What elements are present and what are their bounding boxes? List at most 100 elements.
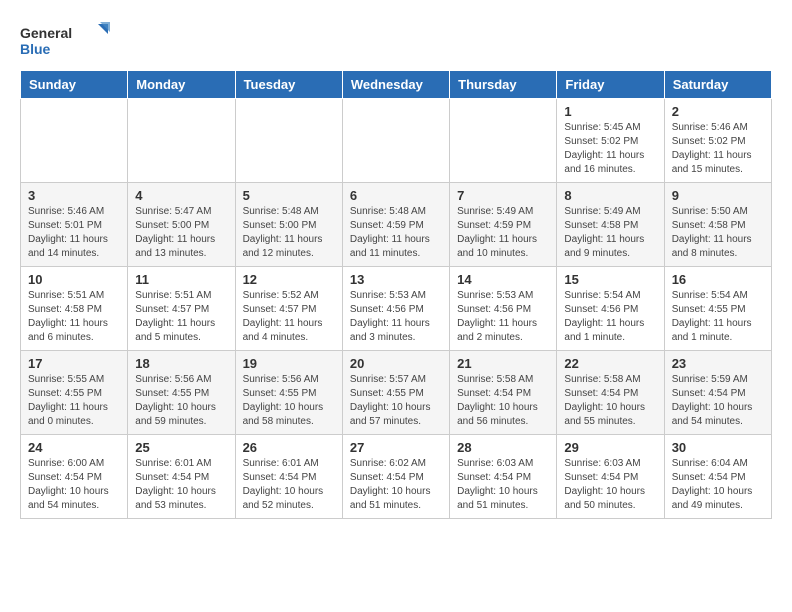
calendar-cell: 22 Sunrise: 5:58 AM Sunset: 4:54 PM Dayli… xyxy=(557,351,664,435)
day-info: Sunrise: 5:48 AM Sunset: 5:00 PM Dayligh… xyxy=(243,205,335,261)
header-tuesday: Tuesday xyxy=(235,71,342,99)
calendar-cell: 9Sunrise: 5:50 AM Sunset: 4:58 PM Daylig… xyxy=(664,183,771,267)
day-info: Sunrise: 6:03 AM Sunset: 4:54 PM Dayligh… xyxy=(457,457,549,513)
calendar-cell: 5 Sunrise: 5:48 AM Sunset: 5:00 PM Daylig… xyxy=(235,183,342,267)
day-info: Sunrise: 5:53 AM Sunset: 4:56 PM Dayligh… xyxy=(457,289,549,345)
day-info: Sunrise: 5:56 AM Sunset: 4:55 PM Dayligh… xyxy=(135,373,227,429)
day-info: Sunrise: 6:02 AM Sunset: 4:54 PM Dayligh… xyxy=(350,457,442,513)
day-info: Sunrise: 5:50 AM Sunset: 4:58 PM Dayligh… xyxy=(672,205,764,261)
day-number: 7 xyxy=(457,188,549,203)
calendar-cell: 2 Sunrise: 5:46 AM Sunset: 5:02 PM Daylig… xyxy=(664,99,771,183)
day-number: 1 xyxy=(564,104,656,119)
calendar-cell: 29 Sunrise: 6:03 AM Sunset: 4:54 PM Dayli… xyxy=(557,435,664,519)
day-info: Sunrise: 5:54 AM Sunset: 4:56 PM Dayligh… xyxy=(564,289,656,345)
day-info: Sunrise: 5:56 AM Sunset: 4:55 PM Dayligh… xyxy=(243,373,335,429)
day-number: 24 xyxy=(28,440,120,455)
calendar-cell: 30Sunrise: 6:04 AM Sunset: 4:54 PM Dayli… xyxy=(664,435,771,519)
calendar-cell: 11 Sunrise: 5:51 AM Sunset: 4:57 PM Dayli… xyxy=(128,267,235,351)
day-info: Sunrise: 5:58 AM Sunset: 4:54 PM Dayligh… xyxy=(457,373,549,429)
calendar-cell: 21 Sunrise: 5:58 AM Sunset: 4:54 PM Dayli… xyxy=(450,351,557,435)
logo: General Blue xyxy=(20,20,110,60)
day-info: Sunrise: 5:57 AM Sunset: 4:55 PM Dayligh… xyxy=(350,373,442,429)
day-number: 13 xyxy=(350,272,442,287)
calendar-cell: 13 Sunrise: 5:53 AM Sunset: 4:56 PM Dayli… xyxy=(342,267,449,351)
day-info: Sunrise: 5:51 AM Sunset: 4:58 PM Dayligh… xyxy=(28,289,120,345)
day-number: 15 xyxy=(564,272,656,287)
calendar-cell: 20Sunrise: 5:57 AM Sunset: 4:55 PM Dayli… xyxy=(342,351,449,435)
day-info: Sunrise: 6:03 AM Sunset: 4:54 PM Dayligh… xyxy=(564,457,656,513)
day-info: Sunrise: 5:58 AM Sunset: 4:54 PM Dayligh… xyxy=(564,373,656,429)
day-number: 5 xyxy=(243,188,335,203)
day-info: Sunrise: 6:01 AM Sunset: 4:54 PM Dayligh… xyxy=(135,457,227,513)
calendar-cell: 15 Sunrise: 5:54 AM Sunset: 4:56 PM Dayli… xyxy=(557,267,664,351)
day-info: Sunrise: 5:47 AM Sunset: 5:00 PM Dayligh… xyxy=(135,205,227,261)
day-info: Sunrise: 6:00 AM Sunset: 4:54 PM Dayligh… xyxy=(28,457,120,513)
day-number: 3 xyxy=(28,188,120,203)
calendar-cell: 8 Sunrise: 5:49 AM Sunset: 4:58 PM Daylig… xyxy=(557,183,664,267)
day-number: 14 xyxy=(457,272,549,287)
calendar-cell: 27 Sunrise: 6:02 AM Sunset: 4:54 PM Dayli… xyxy=(342,435,449,519)
day-number: 10 xyxy=(28,272,120,287)
day-info: Sunrise: 5:46 AM Sunset: 5:01 PM Dayligh… xyxy=(28,205,120,261)
day-number: 11 xyxy=(135,272,227,287)
day-info: Sunrise: 5:59 AM Sunset: 4:54 PM Dayligh… xyxy=(672,373,764,429)
header-thursday: Thursday xyxy=(450,71,557,99)
calendar-cell xyxy=(21,99,128,183)
day-info: Sunrise: 5:55 AM Sunset: 4:55 PM Dayligh… xyxy=(28,373,120,429)
svg-text:General: General xyxy=(20,25,72,41)
calendar-cell: 1 Sunrise: 5:45 AM Sunset: 5:02 PM Daylig… xyxy=(557,99,664,183)
calendar-cell xyxy=(450,99,557,183)
day-info: Sunrise: 5:51 AM Sunset: 4:57 PM Dayligh… xyxy=(135,289,227,345)
calendar-cell: 10 Sunrise: 5:51 AM Sunset: 4:58 PM Dayli… xyxy=(21,267,128,351)
day-info: Sunrise: 5:45 AM Sunset: 5:02 PM Dayligh… xyxy=(564,121,656,177)
day-number: 23 xyxy=(672,356,764,371)
day-info: Sunrise: 5:49 AM Sunset: 4:58 PM Dayligh… xyxy=(564,205,656,261)
header: General Blue xyxy=(20,20,772,60)
calendar-table: SundayMondayTuesdayWednesdayThursdayFrid… xyxy=(20,70,772,519)
day-number: 29 xyxy=(564,440,656,455)
day-info: Sunrise: 6:01 AM Sunset: 4:54 PM Dayligh… xyxy=(243,457,335,513)
day-number: 2 xyxy=(672,104,764,119)
day-info: Sunrise: 5:46 AM Sunset: 5:02 PM Dayligh… xyxy=(672,121,764,177)
calendar-header-row: SundayMondayTuesdayWednesdayThursdayFrid… xyxy=(21,71,772,99)
week-row-0: 1 Sunrise: 5:45 AM Sunset: 5:02 PM Daylig… xyxy=(21,99,772,183)
calendar-cell: 7Sunrise: 5:49 AM Sunset: 4:59 PM Daylig… xyxy=(450,183,557,267)
calendar-cell: 26 Sunrise: 6:01 AM Sunset: 4:54 PM Dayli… xyxy=(235,435,342,519)
day-number: 25 xyxy=(135,440,227,455)
week-row-4: 24 Sunrise: 6:00 AM Sunset: 4:54 PM Dayli… xyxy=(21,435,772,519)
day-number: 12 xyxy=(243,272,335,287)
day-number: 16 xyxy=(672,272,764,287)
logo-svg: General Blue xyxy=(20,20,110,60)
day-number: 26 xyxy=(243,440,335,455)
header-monday: Monday xyxy=(128,71,235,99)
calendar-cell: 28 Sunrise: 6:03 AM Sunset: 4:54 PM Dayli… xyxy=(450,435,557,519)
day-number: 6 xyxy=(350,188,442,203)
calendar-cell: 24 Sunrise: 6:00 AM Sunset: 4:54 PM Dayli… xyxy=(21,435,128,519)
calendar-cell xyxy=(128,99,235,183)
day-number: 27 xyxy=(350,440,442,455)
day-number: 19 xyxy=(243,356,335,371)
calendar-cell: 19 Sunrise: 5:56 AM Sunset: 4:55 PM Dayli… xyxy=(235,351,342,435)
day-number: 17 xyxy=(28,356,120,371)
day-number: 8 xyxy=(564,188,656,203)
calendar-cell: 3 Sunrise: 5:46 AM Sunset: 5:01 PM Daylig… xyxy=(21,183,128,267)
calendar-cell: 17 Sunrise: 5:55 AM Sunset: 4:55 PM Dayli… xyxy=(21,351,128,435)
header-friday: Friday xyxy=(557,71,664,99)
calendar-cell: 14 Sunrise: 5:53 AM Sunset: 4:56 PM Dayli… xyxy=(450,267,557,351)
calendar-cell: 6Sunrise: 5:48 AM Sunset: 4:59 PM Daylig… xyxy=(342,183,449,267)
day-number: 28 xyxy=(457,440,549,455)
week-row-3: 17 Sunrise: 5:55 AM Sunset: 4:55 PM Dayli… xyxy=(21,351,772,435)
header-wednesday: Wednesday xyxy=(342,71,449,99)
calendar-cell: 25 Sunrise: 6:01 AM Sunset: 4:54 PM Dayli… xyxy=(128,435,235,519)
calendar-cell xyxy=(342,99,449,183)
calendar-cell: 23 Sunrise: 5:59 AM Sunset: 4:54 PM Dayli… xyxy=(664,351,771,435)
day-number: 22 xyxy=(564,356,656,371)
day-info: Sunrise: 5:54 AM Sunset: 4:55 PM Dayligh… xyxy=(672,289,764,345)
day-number: 4 xyxy=(135,188,227,203)
day-info: Sunrise: 5:53 AM Sunset: 4:56 PM Dayligh… xyxy=(350,289,442,345)
day-info: Sunrise: 6:04 AM Sunset: 4:54 PM Dayligh… xyxy=(672,457,764,513)
svg-text:Blue: Blue xyxy=(20,41,51,57)
header-sunday: Sunday xyxy=(21,71,128,99)
week-row-1: 3 Sunrise: 5:46 AM Sunset: 5:01 PM Daylig… xyxy=(21,183,772,267)
day-number: 21 xyxy=(457,356,549,371)
